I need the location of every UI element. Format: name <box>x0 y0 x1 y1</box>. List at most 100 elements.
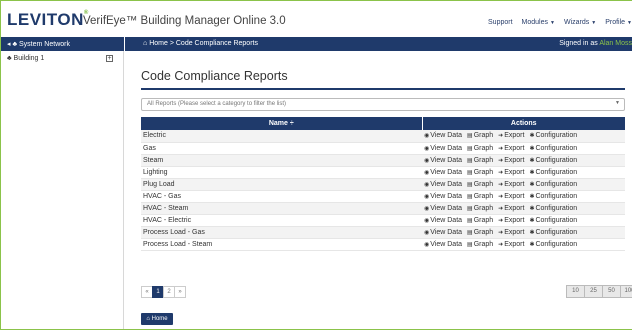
expand-plus-icon[interactable]: + <box>106 55 113 62</box>
action-label: View Data <box>430 156 463 164</box>
report-name[interactable]: Electric <box>141 130 422 143</box>
configuration-link[interactable]: ✱Configuration <box>529 145 577 152</box>
action-label: View Data <box>430 228 463 236</box>
pagination-next[interactable]: » <box>174 286 186 298</box>
export-link[interactable]: ➜Export <box>498 205 524 212</box>
report-name[interactable]: HVAC - Steam <box>141 202 422 215</box>
export-link[interactable]: ➜Export <box>498 181 524 188</box>
action-label: Export <box>504 132 525 140</box>
nav-wizards[interactable]: Wizards ▼ <box>564 19 596 26</box>
chart-icon: ▤ <box>467 133 473 140</box>
view-data-link[interactable]: ◉View Data <box>424 169 462 176</box>
configuration-link[interactable]: ✱Configuration <box>529 181 577 188</box>
configuration-link[interactable]: ✱Configuration <box>529 193 577 200</box>
view-data-link[interactable]: ◉View Data <box>424 193 462 200</box>
export-link[interactable]: ➜Export <box>498 229 524 236</box>
chart-icon: ▤ <box>467 157 473 164</box>
view-data-link[interactable]: ◉View Data <box>424 145 462 152</box>
row-actions: ◉View Data ▤Graph ➜Export ✱Configuration <box>422 202 625 215</box>
report-name[interactable]: Gas <box>141 142 422 155</box>
configuration-link[interactable]: ✱Configuration <box>529 169 577 176</box>
table-row: Process Load - Steam ◉View Data ▤Graph ➜Exp… <box>141 238 625 251</box>
graph-link[interactable]: ▤Graph <box>467 241 493 248</box>
home-button[interactable]: ⌂ Home <box>141 313 173 325</box>
action-label: Export <box>504 216 525 224</box>
page-size-50[interactable]: 50 <box>602 285 621 298</box>
sidebar-header[interactable]: ◂ ♣ System Network <box>1 37 124 51</box>
action-label: Graph <box>473 144 494 152</box>
report-name[interactable]: Process Load - Steam <box>141 238 422 251</box>
report-name[interactable]: HVAC - Electric <box>141 214 422 227</box>
view-data-link[interactable]: ◉View Data <box>424 217 462 224</box>
eye-icon: ◉ <box>424 205 430 212</box>
top-nav: Support Modules ▼ Wizards ▼ Profile ▼ <box>488 19 632 26</box>
export-link[interactable]: ➜Export <box>498 157 524 164</box>
graph-link[interactable]: ▤Graph <box>467 205 493 212</box>
action-label: Graph <box>473 192 494 200</box>
table-row: Electric ◉View Data ▤Graph ➜Export ✱Configur… <box>141 130 625 143</box>
export-link[interactable]: ➜Export <box>498 145 524 152</box>
view-data-link[interactable]: ◉View Data <box>424 157 462 164</box>
report-name[interactable]: HVAC - Gas <box>141 190 422 203</box>
nav-profile[interactable]: Profile ▼ <box>605 19 632 26</box>
export-icon: ➜ <box>498 169 504 176</box>
configuration-link[interactable]: ✱Configuration <box>529 132 577 139</box>
graph-link[interactable]: ▤Graph <box>467 193 493 200</box>
report-name[interactable]: Plug Load <box>141 178 422 191</box>
action-label: Export <box>504 144 525 152</box>
nav-support[interactable]: Support <box>488 19 513 26</box>
category-filter-select[interactable]: All Reports (Please select a category to… <box>141 98 625 111</box>
sidebar-heading: System Network <box>19 41 70 48</box>
graph-link[interactable]: ▤Graph <box>467 132 493 139</box>
action-label: Export <box>504 240 525 248</box>
eye-icon: ◉ <box>424 181 430 188</box>
configuration-link[interactable]: ✱Configuration <box>529 205 577 212</box>
export-link[interactable]: ➜Export <box>498 193 524 200</box>
column-header-name[interactable]: Name ÷ <box>141 117 423 130</box>
signed-in-label: Signed in as <box>559 40 598 47</box>
view-data-link[interactable]: ◉View Data <box>424 229 462 236</box>
configuration-link[interactable]: ✱Configuration <box>529 217 577 224</box>
sidebar-item-building-1[interactable]: ♣ Building 1 + <box>1 53 123 66</box>
report-name[interactable]: Steam <box>141 154 422 167</box>
view-data-link[interactable]: ◉View Data <box>424 181 462 188</box>
gear-icon: ✱ <box>529 193 535 200</box>
view-data-link[interactable]: ◉View Data <box>424 205 462 212</box>
configuration-link[interactable]: ✱Configuration <box>529 241 577 248</box>
page-size-25[interactable]: 25 <box>584 285 603 298</box>
table-row: Plug Load ◉View Data ▤Graph ➜Export ✱Configu… <box>141 178 625 191</box>
export-link[interactable]: ➜Export <box>498 132 524 139</box>
report-name[interactable]: Lighting <box>141 166 422 179</box>
graph-link[interactable]: ▤Graph <box>467 217 493 224</box>
table-row: Lighting ◉View Data ▤Graph ➜Export ✱Configur… <box>141 166 625 179</box>
sidebar-item-label: Building 1 <box>13 55 45 62</box>
action-label: Configuration <box>535 156 578 164</box>
page-size-10[interactable]: 10 <box>566 285 585 298</box>
building-tree-icon: ♣ <box>7 55 12 62</box>
export-link[interactable]: ➜Export <box>498 217 524 224</box>
breadcrumb-home[interactable]: Home <box>149 40 168 47</box>
leviton-logo[interactable]: LEVITON® <box>7 10 89 30</box>
graph-link[interactable]: ▤Graph <box>467 169 493 176</box>
gear-icon: ✱ <box>529 229 535 236</box>
row-actions: ◉View Data ▤Graph ➜Export ✱Configuration <box>422 238 625 251</box>
action-label: Configuration <box>535 132 578 140</box>
export-link[interactable]: ➜Export <box>498 169 524 176</box>
collapse-arrow-icon[interactable]: ◂ <box>7 41 11 48</box>
view-data-link[interactable]: ◉View Data <box>424 241 462 248</box>
graph-link[interactable]: ▤Graph <box>467 145 493 152</box>
row-actions: ◉View Data ▤Graph ➜Export ✱Configuration <box>422 154 625 167</box>
action-label: Export <box>504 168 525 176</box>
brand-name: LEVITON <box>7 10 84 29</box>
graph-link[interactable]: ▤Graph <box>467 229 493 236</box>
graph-link[interactable]: ▤Graph <box>467 181 493 188</box>
signed-in-user[interactable]: Alan Moss <box>599 40 632 47</box>
graph-link[interactable]: ▤Graph <box>467 157 493 164</box>
report-name[interactable]: Process Load - Gas <box>141 226 422 239</box>
export-link[interactable]: ➜Export <box>498 241 524 248</box>
view-data-link[interactable]: ◉View Data <box>424 132 462 139</box>
configuration-link[interactable]: ✱Configuration <box>529 229 577 236</box>
nav-modules[interactable]: Modules ▼ <box>522 19 555 26</box>
page-size-100[interactable]: 100 <box>620 285 632 298</box>
configuration-link[interactable]: ✱Configuration <box>529 157 577 164</box>
